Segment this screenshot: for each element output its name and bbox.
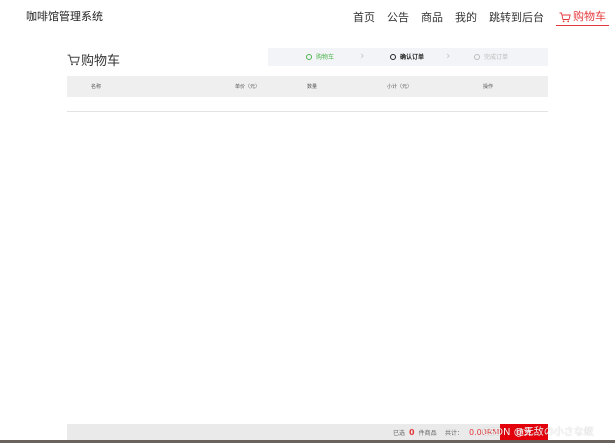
chevron-right-icon: ›: [446, 49, 451, 62]
column-header-subtotal: 小计（元）: [387, 84, 413, 90]
page-title-text: 购物车: [81, 54, 121, 69]
csdn-watermark: CSDN @无敌の小さな蚁: [482, 427, 594, 438]
page-title: 购物车: [67, 50, 120, 69]
cart-footer-bar: 已选 0 件商品 共计： 0.00RMB 结算: [67, 424, 548, 441]
step-label: 确认订单: [400, 54, 425, 61]
selected-count-value: 0: [409, 428, 415, 437]
check-circle-icon: [306, 53, 312, 60]
cart-icon: [67, 54, 80, 65]
circle-icon: [390, 53, 396, 60]
column-header-unit-price: 单价（元）: [235, 84, 261, 90]
main-nav: 首页 公告 商品 我的 跳转到后台 购物车: [341, 10, 609, 26]
nav-cart-label: 购物车: [573, 10, 606, 23]
nav-products[interactable]: 商品: [421, 11, 443, 25]
table-divider: [67, 111, 548, 112]
site-brand: 咖啡馆管理系统: [26, 10, 103, 23]
total-label: 共计：: [445, 430, 464, 437]
column-header-name: 名称: [91, 84, 102, 90]
column-header-quantity: 数量: [307, 84, 318, 90]
step-cart: 购物车: [306, 52, 334, 61]
nav-notice[interactable]: 公告: [387, 11, 409, 25]
circle-icon: [474, 53, 480, 60]
selected-suffix: 件商品: [418, 430, 437, 437]
chevron-right-icon: ›: [360, 49, 365, 62]
step-label: 购物车: [316, 54, 335, 61]
step-complete-order: 完成订单: [474, 52, 508, 61]
cart-table-header: 名称 单价（元） 数量 小计（元） 操作: [67, 76, 548, 97]
selected-count: 已选 0 件商品: [393, 428, 437, 437]
step-confirm-order: 确认订单: [390, 52, 424, 61]
selected-prefix: 已选: [393, 430, 406, 437]
order-progress-steps: 购物车 › 确认订单 › 完成订单: [268, 48, 548, 66]
column-header-actions: 操作: [483, 84, 494, 90]
nav-mine[interactable]: 我的: [455, 11, 477, 25]
nav-cart[interactable]: 购物车: [556, 10, 609, 26]
nav-admin[interactable]: 跳转到后台: [489, 11, 544, 25]
top-header: 咖啡馆管理系统 首页 公告 商品 我的 跳转到后台 购物车: [0, 0, 615, 36]
step-label: 完成订单: [484, 54, 509, 61]
nav-home[interactable]: 首页: [353, 11, 375, 25]
cart-icon: [559, 12, 571, 22]
